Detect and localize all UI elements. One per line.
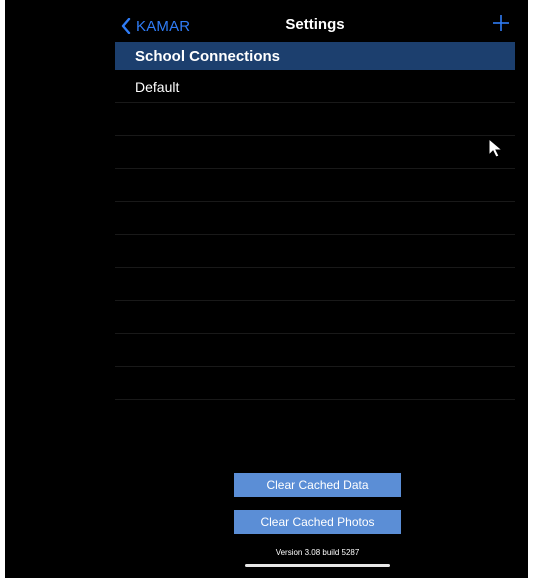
- version-label: Version 3.08 build 5287: [275, 548, 360, 557]
- add-connection-button[interactable]: [489, 13, 513, 37]
- clear-cached-data-button[interactable]: Clear Cached Data: [234, 473, 401, 497]
- list-item: [115, 235, 515, 268]
- list-item: [115, 367, 515, 400]
- list-item: [115, 301, 515, 334]
- mouse-pointer-icon: [488, 137, 504, 158]
- connection-list: Default: [115, 70, 515, 400]
- list-item: [115, 169, 515, 202]
- list-item-label: Default: [135, 79, 180, 95]
- navigation-bar: KAMAR Settings: [115, 10, 515, 42]
- list-item: [115, 334, 515, 367]
- list-item: [115, 136, 515, 169]
- list-item: [115, 202, 515, 235]
- section-header: School Connections: [115, 42, 515, 70]
- page-title: Settings: [285, 16, 345, 33]
- section-title: School Connections: [135, 48, 281, 65]
- list-item: [115, 103, 515, 136]
- clear-cached-photos-button[interactable]: Clear Cached Photos: [234, 510, 401, 534]
- list-item: [115, 268, 515, 301]
- plus-icon: [492, 14, 510, 37]
- home-indicator[interactable]: [245, 564, 390, 567]
- list-item-default[interactable]: Default: [115, 70, 515, 103]
- app-screen: KAMAR Settings School Connections Defaul…: [5, 0, 528, 578]
